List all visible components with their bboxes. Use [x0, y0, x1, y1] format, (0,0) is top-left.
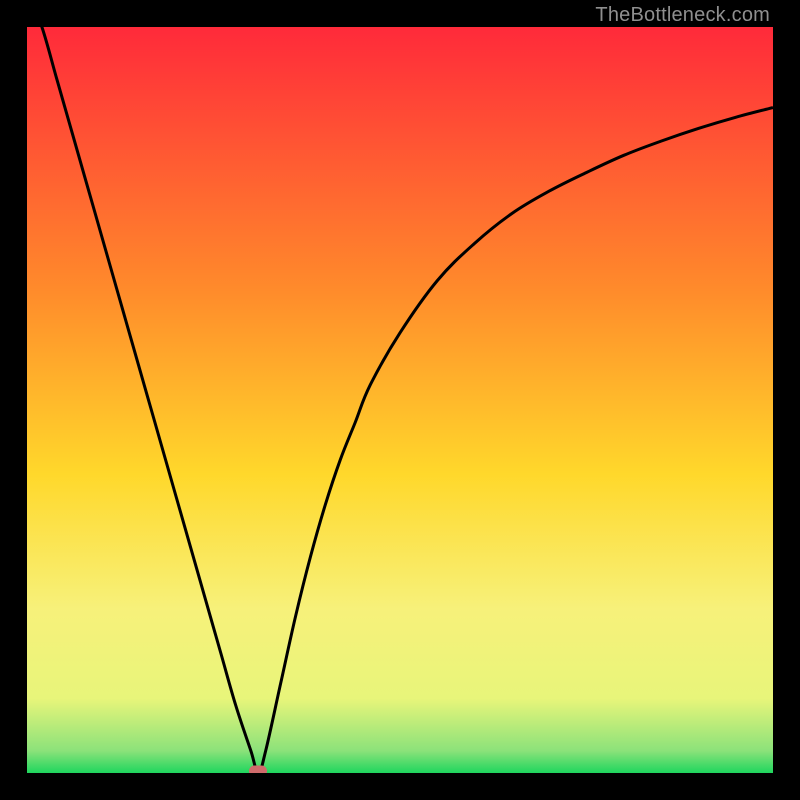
- bottleneck-curve: [27, 27, 773, 773]
- watermark-text: TheBottleneck.com: [595, 4, 770, 27]
- plot-area: [27, 27, 773, 773]
- optimal-point-marker: [249, 766, 267, 774]
